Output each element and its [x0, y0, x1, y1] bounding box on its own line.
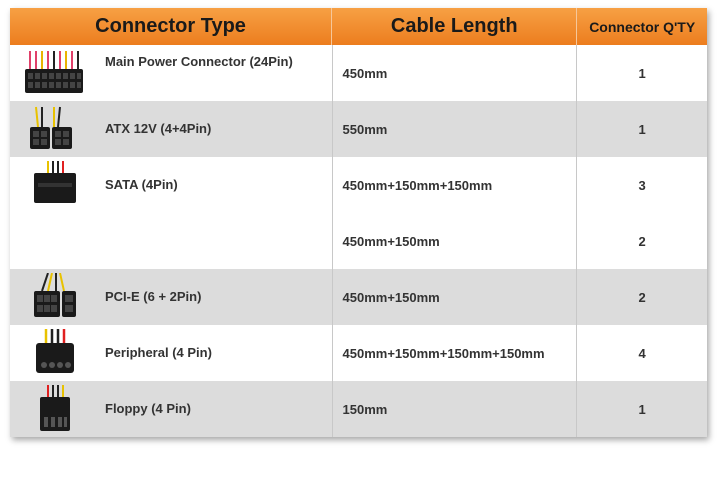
connector-table: Connector Type Cable Length Connector Q'…: [10, 8, 707, 437]
sata-connector-icon: [20, 160, 88, 210]
header-cable-length: Cable Length: [332, 8, 578, 45]
table-row: PCI-E (6 + 2Pin) 450mm+150mm 2: [10, 269, 707, 325]
pcie-connector-icon: [20, 272, 88, 322]
connector-qty: 3: [638, 177, 646, 193]
cable-length: 450mm+150mm: [333, 269, 578, 325]
connector-qty: 4: [638, 345, 646, 361]
table-row: Peripheral (4 Pin) 450mm+150mm+150mm+150…: [10, 325, 707, 381]
connector-name: SATA (4Pin): [105, 177, 178, 192]
connector-qty: 1: [638, 121, 646, 137]
table-row: Main Power Connector (24Pin) 450mm 1: [10, 45, 707, 101]
table-row: Floppy (4 Pin) 150mm 1: [10, 381, 707, 437]
cable-length: 450mm+150mm+150mm: [333, 157, 578, 213]
atx12v-connector-icon: [20, 104, 88, 154]
connector-qty: 2: [638, 289, 646, 305]
connector-qty: 1: [638, 65, 646, 81]
cable-length: 450mm+150mm: [333, 213, 578, 269]
molex-connector-icon: [20, 328, 88, 378]
table-header: Connector Type Cable Length Connector Q'…: [10, 8, 707, 45]
floppy-connector-icon: [20, 384, 88, 434]
connector-name: Main Power Connector (24Pin): [105, 54, 293, 69]
table-row: 450mm+150mm 2: [10, 213, 707, 269]
cable-length: 550mm: [333, 101, 578, 157]
connector-name: Floppy (4 Pin): [105, 401, 191, 416]
connector-name: ATX 12V (4+4Pin): [105, 121, 212, 136]
table-row: ATX 12V (4+4Pin) 550mm 1: [10, 101, 707, 157]
header-connector-type: Connector Type: [10, 8, 333, 45]
atx-24pin-connector-icon: [20, 48, 88, 98]
connector-name: PCI-E (6 + 2Pin): [105, 289, 202, 304]
header-connector-qty: Connector Q'TY: [589, 18, 696, 35]
connector-name: Peripheral (4 Pin): [105, 345, 212, 360]
cable-length: 150mm: [333, 381, 578, 437]
connector-qty: 2: [638, 233, 646, 249]
cable-length: 450mm: [333, 45, 578, 101]
cable-length: 450mm+150mm+150mm+150mm: [333, 325, 578, 381]
table-row: SATA (4Pin) 450mm+150mm+150mm 3: [10, 157, 707, 213]
connector-qty: 1: [638, 401, 646, 417]
